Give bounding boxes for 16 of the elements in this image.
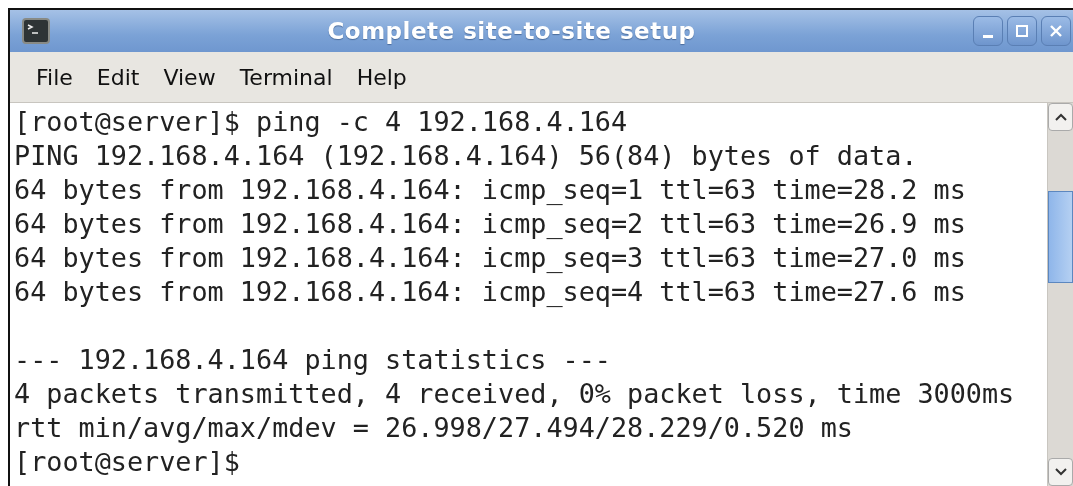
maximize-icon [1014,23,1030,39]
menu-item[interactable]: Edit [86,64,154,90]
menu-item[interactable]: View [153,64,230,90]
terminal-output: [root@server]$ ping -c 4 192.168.4.164 PING 192.168.4.164 (192.168.4.164) 56(84) bytes of data. 64 bytes from 192.168.4.164: icmp_seq=1 ttl=63 time=28.2 ms 64 bytes from 192.168.4.164: icmp_seq=2 ttl=63 time=26.9 ms 64 bytes from 192.168.4.164: icmp_seq=3 ttl=63 time=27.0 ms 64 bytes from 192.168.4.164: icmp_seq=4 ttl=63 time=27.6 ms --- 192.168.4.164 ping statistics --- 4 packets transmitted, 4 received, 0% packet loss, time 3000ms rtt min/avg/max/mdev = 26.998/27.494/28.229/0.520 ms [root@server]$ [13,105,1016,479]
scrollbar-thumb[interactable] [1048,191,1073,283]
minimize-button[interactable] [973,16,1003,46]
window-title: Complete site-to-site setup [326,18,697,44]
menu-item[interactable]: Terminal [229,64,347,90]
terminal-icon [22,18,50,44]
close-button[interactable] [1041,16,1071,46]
maximize-button[interactable] [1007,16,1037,46]
menu-item[interactable]: File [28,64,87,90]
scrollbar[interactable] [1047,103,1073,486]
close-icon [1048,23,1064,39]
menu-item[interactable]: Help [346,64,421,90]
minimize-icon [983,34,993,38]
